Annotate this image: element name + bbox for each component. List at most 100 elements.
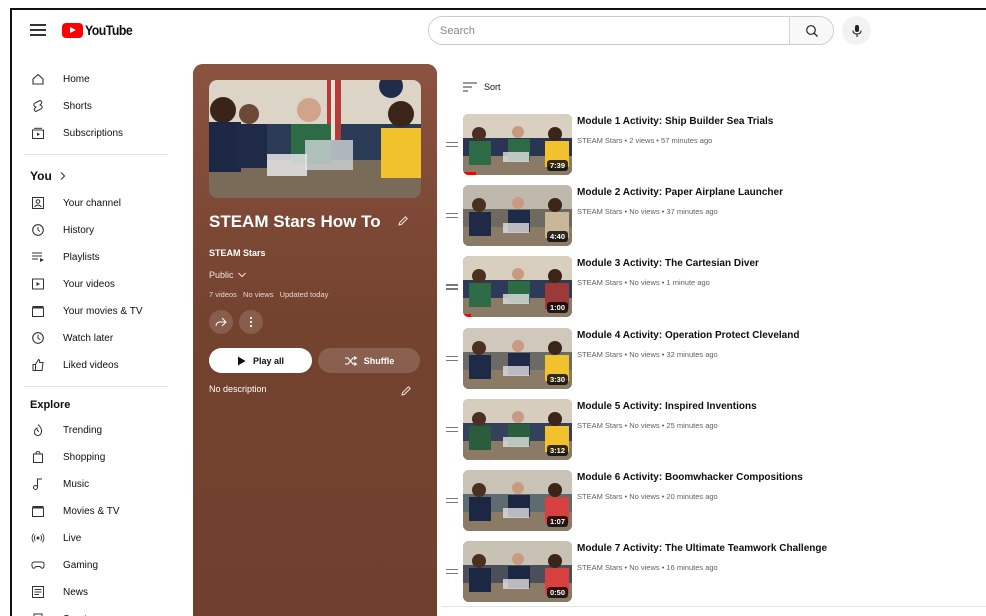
video-title[interactable]: Module 7 Activity: The Ultimate Teamwork… bbox=[577, 543, 827, 554]
sidebar-item-home[interactable]: Home bbox=[12, 66, 182, 92]
duration-badge: 0:50 bbox=[546, 587, 568, 599]
video-title[interactable]: Module 1 Activity: Ship Builder Sea Tria… bbox=[577, 116, 773, 127]
video-thumbnail[interactable]: 0:50 bbox=[463, 541, 572, 603]
sidebar-item-shorts[interactable]: Shorts bbox=[12, 93, 182, 119]
share-button[interactable] bbox=[209, 310, 233, 334]
video-meta: STEAM Stars • No views • 25 minutes ago bbox=[577, 420, 718, 430]
sort-button[interactable]: Sort bbox=[463, 82, 501, 92]
youtube-logo[interactable]: YouTube bbox=[62, 22, 139, 38]
duration-badge: 1:00 bbox=[546, 302, 568, 314]
video-title[interactable]: Module 5 Activity: Inspired Inventions bbox=[577, 401, 757, 412]
privacy-selector[interactable]: Public bbox=[209, 270, 247, 280]
drag-handle-icon[interactable] bbox=[446, 142, 458, 150]
play-icon bbox=[237, 356, 246, 365]
you-section-heading[interactable]: You bbox=[30, 169, 68, 183]
edit-description-icon[interactable] bbox=[400, 384, 412, 402]
video-thumbnail[interactable]: 1:07 bbox=[463, 470, 572, 531]
live-icon bbox=[31, 531, 45, 545]
sidebar-item-watch-later[interactable]: Watch later bbox=[12, 325, 182, 351]
sidebar-item-label: News bbox=[63, 586, 89, 598]
top-bar: YouTube bbox=[12, 10, 986, 54]
shorts-icon bbox=[31, 99, 45, 113]
playlist-video-row[interactable]: 3:12 Module 5 Activity: Inspired Inventio… bbox=[442, 398, 986, 465]
view-count: No views bbox=[243, 290, 274, 299]
drag-handle-icon[interactable] bbox=[446, 355, 458, 364]
video-meta: STEAM Stars • No views • 1 minute ago bbox=[577, 278, 710, 288]
edit-title-icon[interactable] bbox=[397, 214, 409, 232]
music-icon bbox=[31, 477, 45, 491]
trending-icon bbox=[31, 423, 45, 437]
drag-handle-icon[interactable] bbox=[446, 498, 458, 506]
menu-icon[interactable] bbox=[30, 24, 46, 36]
video-thumbnail[interactable]: 7:39 bbox=[463, 114, 572, 175]
video-meta: STEAM Stars • 2 views • 57 minutes ago bbox=[577, 136, 713, 145]
watch-progress-bar bbox=[463, 172, 477, 175]
play-all-button[interactable]: Play all bbox=[209, 348, 312, 373]
movies-tv-icon bbox=[31, 504, 45, 518]
sidebar-item-shopping[interactable]: Shopping bbox=[12, 444, 182, 470]
video-thumbnail[interactable]: 3:30 bbox=[463, 327, 572, 389]
news-icon bbox=[31, 585, 45, 599]
playlist-video-row[interactable]: 0:50 Module 7 Activity: The Ultimate Team… bbox=[442, 541, 986, 607]
sidebar-item-music[interactable]: Music bbox=[12, 471, 182, 497]
youtube-play-icon bbox=[62, 22, 83, 38]
video-title[interactable]: Module 6 Activity: Boomwhacker Compositi… bbox=[577, 472, 803, 483]
sidebar-item-movies-tv[interactable]: Movies & TV bbox=[12, 498, 182, 524]
playlist-panel: STEAM Stars How To STEAM Stars Public 7 … bbox=[193, 64, 437, 616]
shuffle-button[interactable]: Shuffle bbox=[318, 348, 420, 373]
sidebar-item-your-channel[interactable]: Your channel bbox=[12, 190, 182, 216]
sidebar-item-trending[interactable]: Trending bbox=[12, 417, 182, 443]
duration-badge: 3:12 bbox=[546, 444, 568, 456]
sidebar-item-label: Gaming bbox=[63, 559, 99, 571]
drag-handle-icon[interactable] bbox=[446, 284, 458, 292]
video-title[interactable]: Module 2 Activity: Paper Airplane Launch… bbox=[577, 187, 783, 198]
playlist-hero-thumbnail[interactable] bbox=[209, 80, 421, 198]
sidebar-item-your-videos[interactable]: Your videos bbox=[12, 271, 182, 297]
sidebar-item-subscriptions[interactable]: Subscriptions bbox=[12, 120, 182, 146]
drag-handle-icon[interactable] bbox=[446, 213, 458, 221]
playlist-video-row[interactable]: 3:30 Module 4 Activity: Operation Protect… bbox=[442, 327, 986, 394]
sidebar-item-label: Shorts bbox=[63, 100, 92, 112]
playlist-video-row[interactable]: 4:40 Module 2 Activity: Paper Airplane La… bbox=[442, 185, 986, 251]
sidebar-item-your-movies-tv[interactable]: Your movies & TV bbox=[12, 298, 182, 324]
video-thumbnail[interactable]: 1:00 bbox=[463, 256, 572, 318]
sort-label: Sort bbox=[484, 82, 501, 92]
updated-text: Updated today bbox=[279, 290, 329, 299]
hero-image bbox=[209, 80, 421, 198]
search-input[interactable] bbox=[429, 17, 789, 44]
sidebar-item-label: Live bbox=[63, 532, 82, 544]
video-title[interactable]: Module 3 Activity: The Cartesian Diver bbox=[577, 258, 759, 269]
sidebar-item-history[interactable]: History bbox=[12, 217, 182, 243]
playlist-video-row[interactable]: 1:00 Module 3 Activity: The Cartesian Div… bbox=[442, 256, 986, 322]
sidebar-item-gaming[interactable]: Gaming bbox=[12, 552, 182, 578]
channel-icon bbox=[31, 196, 45, 210]
shopping-icon bbox=[31, 450, 45, 464]
shuffle-icon bbox=[344, 355, 358, 366]
sidebar-item-sports[interactable]: Sports bbox=[12, 606, 182, 616]
drag-handle-icon[interactable] bbox=[446, 426, 458, 435]
watch-progress-bar bbox=[463, 314, 471, 318]
duration-badge: 7:39 bbox=[546, 160, 568, 171]
more-actions-button[interactable] bbox=[239, 310, 263, 334]
duration-badge: 1:07 bbox=[546, 516, 568, 527]
sidebar-item-liked-videos[interactable]: Liked videos bbox=[12, 352, 182, 378]
sidebar-item-news[interactable]: News bbox=[12, 579, 182, 605]
sidebar-item-playlists[interactable]: Playlists bbox=[12, 244, 182, 270]
video-thumbnail[interactable]: 4:40 bbox=[463, 185, 572, 247]
sidebar-item-label: Your movies & TV bbox=[63, 305, 143, 317]
video-meta: STEAM Stars • No views • 32 minutes ago bbox=[577, 349, 718, 359]
video-title[interactable]: Module 4 Activity: Operation Protect Cle… bbox=[577, 330, 799, 341]
playlist-video-row[interactable]: 1:07 Module 6 Activity: Boomwhacker Compo… bbox=[442, 470, 986, 536]
playlist-video-row[interactable]: 7:39 Module 1 Activity: Ship Builder Sea … bbox=[442, 114, 986, 180]
subscriptions-icon bbox=[31, 126, 45, 140]
playlist-meta: 7 videos No views Updated today bbox=[209, 290, 332, 299]
video-count: 7 videos bbox=[209, 290, 237, 299]
playlist-channel[interactable]: STEAM Stars bbox=[209, 248, 266, 258]
share-icon bbox=[215, 317, 227, 327]
sidebar-item-live[interactable]: Live bbox=[12, 525, 182, 551]
drag-handle-icon[interactable] bbox=[446, 569, 458, 577]
video-thumbnail[interactable]: 3:12 bbox=[463, 398, 572, 460]
voice-search-button[interactable] bbox=[842, 16, 871, 45]
search-button[interactable] bbox=[789, 17, 833, 44]
video-meta: STEAM Stars • No views • 20 minutes ago bbox=[577, 492, 718, 501]
